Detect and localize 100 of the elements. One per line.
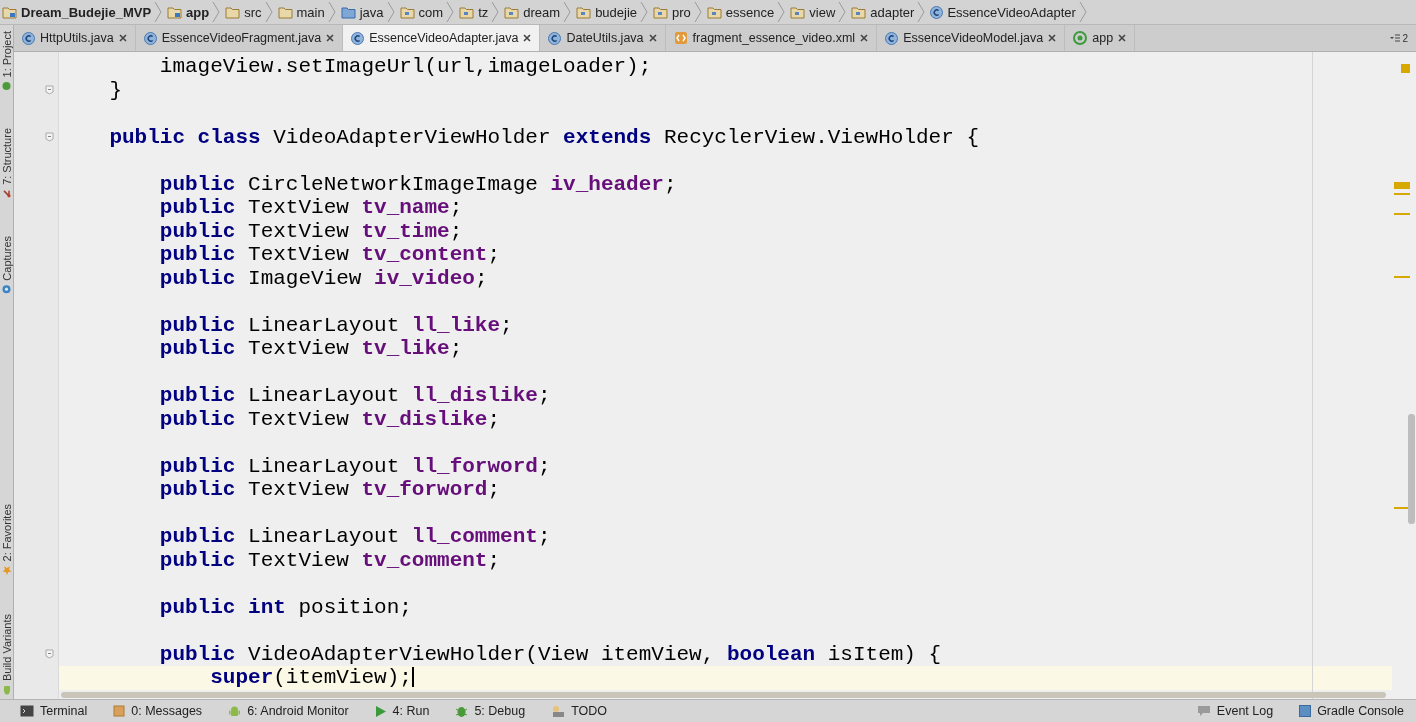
error-stripe-marker[interactable] bbox=[1394, 182, 1410, 189]
package-icon bbox=[851, 5, 867, 19]
chevron-icon bbox=[777, 1, 786, 23]
breadcrumb-item[interactable]: view bbox=[790, 4, 836, 20]
folder-icon bbox=[225, 5, 241, 19]
code-line: } bbox=[108, 78, 122, 102]
horizontal-scrollbar[interactable] bbox=[61, 692, 1386, 698]
code-line: public TextView tv_comment; bbox=[158, 548, 501, 572]
code-line: public TextView tv_content; bbox=[158, 243, 501, 266]
breadcrumb-item[interactable]: essence bbox=[706, 4, 775, 20]
code-line: public class VideoAdapterViewHolder extends RecyclerView.ViewHolder { bbox=[108, 125, 979, 149]
class-icon bbox=[930, 5, 944, 19]
tool-window-button[interactable]: 7: Structure bbox=[0, 128, 13, 199]
fold-marker-icon[interactable] bbox=[45, 132, 54, 143]
folder-icon bbox=[277, 5, 293, 19]
chevron-icon bbox=[386, 1, 395, 23]
tool-window-button[interactable]: 5: Debug bbox=[455, 704, 526, 718]
speech-bubble-icon bbox=[1196, 705, 1211, 717]
editor-tab[interactable]: app bbox=[1065, 25, 1136, 51]
tab-overflow-button[interactable]: 2 bbox=[1390, 25, 1416, 51]
tool-window-button[interactable]: 4: Run bbox=[374, 704, 430, 718]
package-icon bbox=[399, 5, 415, 19]
class-icon bbox=[885, 31, 899, 45]
class-icon bbox=[548, 31, 562, 45]
package-icon bbox=[576, 5, 592, 19]
error-stripe-marker[interactable] bbox=[1401, 64, 1410, 73]
breadcrumb-item[interactable]: src bbox=[225, 4, 262, 20]
tool-window-button[interactable]: Event Log bbox=[1196, 704, 1274, 718]
breadcrumb-item[interactable]: app bbox=[167, 4, 210, 20]
code-line: public ImageView iv_video; bbox=[158, 266, 488, 290]
close-icon[interactable] bbox=[1048, 34, 1057, 42]
tool-window-button[interactable]: Gradle Console bbox=[1299, 704, 1404, 718]
chevron-icon bbox=[264, 1, 273, 23]
tool-window-button[interactable]: Build Variants bbox=[0, 613, 13, 695]
code-line: public CircleNetworkImageImage iv_header; bbox=[158, 172, 677, 196]
editor-tab[interactable]: EssenceVideoAdapter.java bbox=[343, 25, 541, 51]
close-icon[interactable] bbox=[118, 34, 127, 42]
close-icon[interactable] bbox=[648, 34, 657, 42]
tool-window-button[interactable]: TODO bbox=[551, 704, 608, 718]
code-line: super(itemView); bbox=[209, 666, 412, 689]
close-icon[interactable] bbox=[1118, 34, 1127, 42]
breadcrumb-item[interactable]: EssenceVideoAdapter bbox=[930, 4, 1076, 20]
breadcrumb-item[interactable]: com bbox=[399, 4, 444, 20]
tool-window-button[interactable]: 2: Favorites bbox=[0, 504, 13, 576]
chevron-icon bbox=[917, 1, 926, 23]
chevron-icon bbox=[563, 1, 572, 23]
chevron-icon bbox=[327, 1, 336, 23]
breadcrumb-item[interactable]: dream bbox=[504, 4, 561, 20]
breadcrumb-item[interactable]: Dream_Budejie_MVP bbox=[2, 4, 152, 20]
text-caret bbox=[411, 667, 414, 688]
editor-tab[interactable]: HttpUtils.java bbox=[14, 25, 136, 51]
captures-icon bbox=[2, 284, 11, 294]
code-line: public LinearLayout ll_comment; bbox=[158, 525, 551, 548]
tool-window-button[interactable]: 1: Project bbox=[0, 31, 13, 91]
error-stripe-marker[interactable] bbox=[1394, 213, 1410, 215]
breadcrumb-item[interactable]: adapter bbox=[851, 4, 915, 20]
android-app-icon bbox=[1073, 31, 1088, 45]
bug-icon bbox=[455, 704, 469, 718]
chevron-icon bbox=[212, 1, 221, 23]
breadcrumb-item[interactable]: pro bbox=[653, 4, 691, 20]
error-stripe-marker[interactable] bbox=[1394, 276, 1410, 278]
breadcrumb-item[interactable]: tz bbox=[459, 4, 489, 20]
tool-window-button[interactable]: 0: Messages bbox=[113, 704, 203, 718]
breadcrumb-item[interactable]: java bbox=[340, 4, 384, 20]
project-icon bbox=[2, 81, 11, 91]
code-line: public LinearLayout ll_forword; bbox=[158, 454, 551, 478]
code-line: public VideoAdapterViewHolder(View itemView, boolean isItem) { bbox=[158, 642, 942, 666]
xml-file-icon bbox=[673, 31, 688, 45]
package-icon bbox=[653, 5, 669, 19]
package-icon bbox=[459, 5, 475, 19]
editor-tab[interactable]: DateUtils.java bbox=[540, 25, 666, 51]
editor-tab[interactable]: fragment_essence_video.xml bbox=[665, 25, 878, 51]
code-line: public TextView tv_forword; bbox=[158, 478, 501, 501]
code-line: public TextView tv_dislike; bbox=[158, 407, 501, 431]
close-icon[interactable] bbox=[523, 34, 532, 42]
breadcrumb-item[interactable]: main bbox=[277, 4, 325, 20]
breadcrumb-item[interactable]: budejie bbox=[576, 4, 638, 20]
package-icon bbox=[706, 5, 722, 19]
code-line: public int position; bbox=[158, 595, 412, 619]
tool-window-button[interactable]: Terminal bbox=[20, 704, 88, 718]
android-icon bbox=[228, 704, 242, 718]
close-icon[interactable] bbox=[326, 34, 335, 42]
structure-icon bbox=[2, 189, 11, 199]
code-line: public TextView tv_like; bbox=[158, 337, 463, 360]
tool-window-button[interactable]: Captures bbox=[0, 236, 13, 294]
code-line: public TextView tv_time; bbox=[158, 219, 463, 243]
chevron-icon bbox=[640, 1, 649, 23]
folder-icon bbox=[2, 5, 17, 19]
class-icon bbox=[351, 31, 365, 45]
vertical-scrollbar[interactable] bbox=[1408, 414, 1415, 524]
messages-icon bbox=[113, 705, 126, 717]
fold-marker-icon[interactable] bbox=[45, 85, 54, 96]
code-line: public LinearLayout ll_like; bbox=[158, 313, 513, 337]
editor-tab[interactable]: EssenceVideoModel.java bbox=[877, 25, 1066, 51]
fold-marker-icon[interactable] bbox=[45, 649, 54, 660]
error-stripe-marker[interactable] bbox=[1394, 193, 1410, 195]
tool-window-button[interactable]: 6: Android Monitor bbox=[228, 704, 349, 718]
chevron-icon bbox=[446, 1, 455, 23]
gradle-console-icon bbox=[1299, 705, 1312, 717]
close-icon[interactable] bbox=[860, 34, 869, 42]
